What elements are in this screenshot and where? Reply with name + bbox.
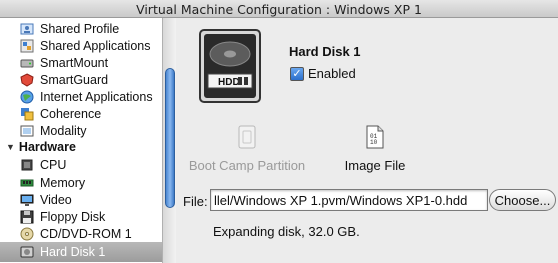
sidebar-item-coherence[interactable]: Coherence — [0, 105, 162, 122]
sidebar-item-label: Shared Profile — [40, 21, 120, 36]
device-title: Hard Disk 1 — [289, 44, 361, 59]
sidebar-item-label: Floppy Disk — [40, 209, 106, 224]
sidebar-item-label: Memory — [40, 175, 86, 190]
sidebar-item-label: Video — [40, 192, 72, 207]
enabled-checkbox[interactable]: ✓ — [290, 66, 304, 81]
shared-applications-icon — [20, 39, 34, 53]
sidebar-item-label: CPU — [40, 157, 67, 172]
sidebar-item-label: Hard Disk 1 — [40, 245, 106, 259]
file-path-field[interactable] — [210, 189, 488, 211]
sidebar-item-cd-dvd-rom-1[interactable]: CD/DVD-ROM 1 — [0, 225, 162, 242]
shared-profile-icon — [20, 22, 34, 36]
hdd-label: HDD — [218, 77, 240, 88]
cd-dvd-icon — [20, 227, 34, 241]
choose-button[interactable]: Choose... — [489, 189, 556, 211]
smartmount-icon — [20, 56, 34, 70]
sidebar-scrollbar[interactable] — [162, 18, 176, 263]
sidebar: Shared Profile Shared Applications Smart… — [0, 18, 176, 263]
sidebar-item-internet-applications[interactable]: Internet Applications — [0, 88, 162, 105]
sidebar-item-smartguard[interactable]: SmartGuard — [0, 71, 162, 88]
hard-disk-icon — [20, 245, 34, 259]
sidebar-item-label: CD/DVD-ROM 1 — [40, 226, 132, 241]
file-label: File: — [183, 194, 208, 209]
sidebar-item-cpu[interactable]: CPU — [0, 156, 162, 173]
sidebar-item-shared-profile[interactable]: Shared Profile — [0, 20, 162, 37]
video-icon — [20, 193, 34, 207]
image-file-icon: 01 10 — [366, 125, 384, 149]
sidebar-item-floppy-disk[interactable]: Floppy Disk — [0, 208, 162, 225]
disclosure-triangle-icon[interactable]: ▼ — [6, 142, 15, 152]
smartguard-icon — [20, 72, 34, 87]
enabled-toggle[interactable]: ✓ Enabled — [290, 66, 356, 81]
memory-icon — [20, 176, 34, 190]
sidebar-item-label: Internet Applications — [40, 89, 153, 104]
sidebar-item-memory[interactable]: Memory — [0, 174, 162, 191]
hardware-header-label: Hardware — [18, 140, 76, 154]
boot-camp-partition-option: Boot Camp Partition — [182, 124, 312, 173]
sidebar-item-video[interactable]: Video — [0, 191, 162, 208]
internet-applications-icon — [20, 90, 34, 104]
boot-camp-label: Boot Camp Partition — [188, 158, 306, 173]
sidebar-item-modality[interactable]: Modality — [0, 122, 162, 139]
coherence-icon — [20, 107, 34, 121]
sidebar-item-label: SmartMount — [40, 55, 109, 70]
window-title: Virtual Machine Configuration : Windows … — [136, 2, 422, 17]
image-file-label: Image File — [344, 158, 406, 173]
enabled-label: Enabled — [308, 66, 356, 81]
disk-status-text: Expanding disk, 32.0 GB. — [213, 224, 360, 239]
sidebar-item-smartmount[interactable]: SmartMount — [0, 54, 162, 71]
modality-icon — [20, 124, 34, 138]
sidebar-item-label: Shared Applications — [40, 38, 151, 53]
sidebar-item-hard-disk-1[interactable]: Hard Disk 1 — [0, 242, 162, 262]
image-file-option[interactable]: 01 10 Image File — [330, 124, 420, 173]
floppy-disk-icon — [20, 210, 34, 224]
hardware-group-header[interactable]: ▼ Hardware — [0, 139, 162, 155]
sidebar-list: Shared Profile Shared Applications Smart… — [0, 18, 162, 263]
sidebar-item-shared-applications[interactable]: Shared Applications — [0, 37, 162, 54]
svg-text:10: 10 — [370, 139, 378, 146]
boot-camp-icon — [238, 125, 256, 149]
title-bar: Virtual Machine Configuration : Windows … — [0, 0, 558, 18]
sidebar-item-label: Modality — [40, 123, 87, 138]
sidebar-item-label: Coherence — [40, 106, 102, 121]
scrollbar-thumb[interactable] — [165, 68, 175, 208]
cpu-icon — [20, 158, 34, 172]
hard-disk-large-icon: HDD — [194, 26, 266, 106]
sidebar-item-label: SmartGuard — [40, 72, 109, 87]
